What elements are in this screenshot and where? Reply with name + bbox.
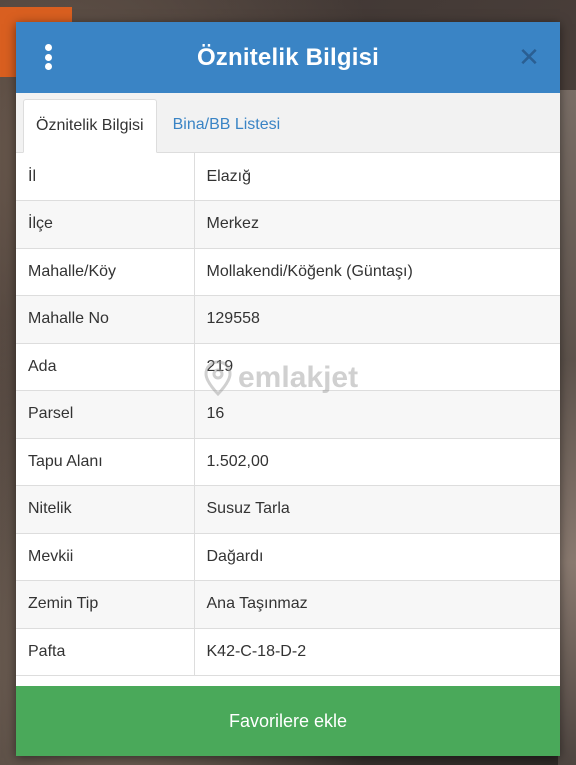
background-map-strip xyxy=(558,90,576,765)
modal-header: Öznitelik Bilgisi ✕ xyxy=(16,22,560,93)
row-key: Parsel xyxy=(16,390,195,439)
row-value: 129558 xyxy=(194,295,560,344)
row-value: Elazığ xyxy=(194,153,560,201)
row-key: Zemin Tip xyxy=(16,580,195,629)
row-key: İl xyxy=(16,153,195,201)
table-row: Tapu Alanı 1.502,00 xyxy=(16,438,560,486)
row-key: Mahalle No xyxy=(16,295,195,344)
table-row: Mahalle/Köy Mollakendi/Köğenk (Güntaşı) xyxy=(16,248,560,296)
attribute-info-modal: Öznitelik Bilgisi ✕ Öznitelik Bilgisi Bi… xyxy=(16,22,560,756)
table-row: Nitelik Susuz Tarla xyxy=(16,485,560,534)
row-key: Mevkii xyxy=(16,533,195,581)
table-row: Zemin Tip Ana Taşınmaz xyxy=(16,580,560,629)
row-value: Susuz Tarla xyxy=(194,485,560,534)
row-value: Mollakendi/Köğenk (Güntaşı) xyxy=(194,248,560,296)
attribute-table: İl Elazığ İlçe Merkez Mahalle/Köy Mollak… xyxy=(16,153,560,676)
row-value: 1.502,00 xyxy=(194,438,560,486)
row-value: 16 xyxy=(194,390,560,439)
row-value: K42-C-18-D-2 xyxy=(194,628,560,676)
tab-attribute-info[interactable]: Öznitelik Bilgisi xyxy=(23,99,157,153)
tab-building-list[interactable]: Bina/BB Listesi xyxy=(157,98,293,152)
table-row: Parsel 16 xyxy=(16,390,560,439)
table-row: Mahalle No 129558 xyxy=(16,295,560,344)
vertical-dots-icon[interactable] xyxy=(44,44,52,70)
row-value: 219 xyxy=(194,343,560,391)
row-key: Mahalle/Köy xyxy=(16,248,195,296)
row-value: Dağardı xyxy=(194,533,560,581)
table-row: Pafta K42-C-18-D-2 xyxy=(16,628,560,676)
row-value: Merkez xyxy=(194,200,560,249)
table-row: Mevkii Dağardı xyxy=(16,533,560,581)
table-row: İl Elazığ xyxy=(16,153,560,201)
row-key: Tapu Alanı xyxy=(16,438,195,486)
add-to-favorites-button[interactable]: Favorilere ekle xyxy=(16,686,560,756)
row-value: Ana Taşınmaz xyxy=(194,580,560,629)
tab-bar: Öznitelik Bilgisi Bina/BB Listesi xyxy=(16,93,560,153)
table-row: Ada 219 xyxy=(16,343,560,391)
row-key: Nitelik xyxy=(16,485,195,534)
row-key: Ada xyxy=(16,343,195,391)
row-key: İlçe xyxy=(16,200,195,249)
table-row: İlçe Merkez xyxy=(16,200,560,249)
row-key: Pafta xyxy=(16,628,195,676)
close-icon[interactable]: ✕ xyxy=(516,44,542,70)
modal-title: Öznitelik Bilgisi xyxy=(196,43,380,71)
